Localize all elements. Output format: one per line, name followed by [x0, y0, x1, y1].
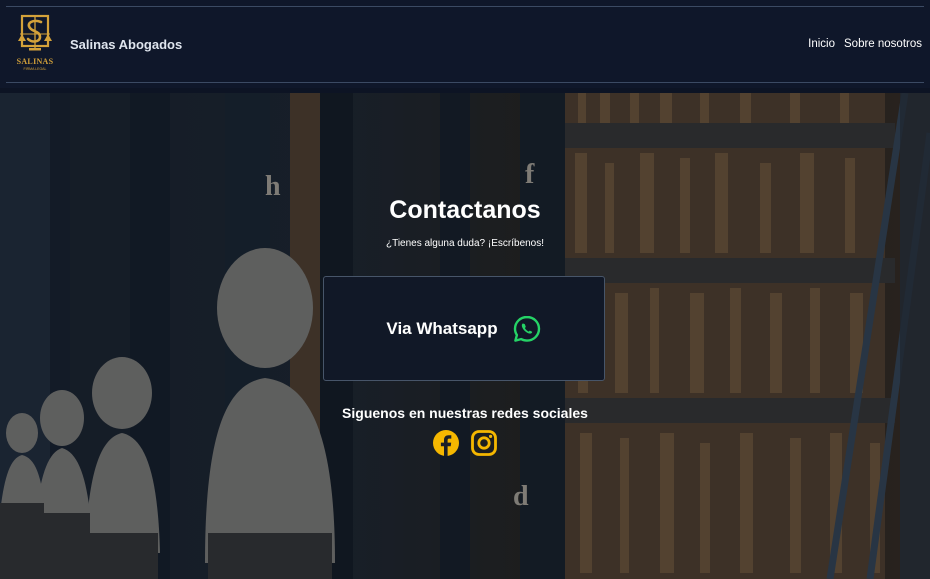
nav-link-inicio[interactable]: Inicio: [808, 38, 835, 50]
logo-tagline: FIRMA LEGAL: [23, 67, 47, 71]
facebook-icon[interactable]: [432, 429, 460, 462]
brand-name[interactable]: Salinas Abogados: [70, 37, 182, 52]
page-subtitle: ¿Tienes alguna duda? ¡Escríbenos!: [385, 238, 545, 249]
navbar: SALINAS FIRMA LEGAL Salinas Abogados Ini…: [0, 0, 930, 88]
logo[interactable]: SALINAS FIRMA LEGAL: [14, 14, 56, 74]
nav-links: Inicio Sobre nosotros: [808, 38, 922, 50]
whatsapp-icon: [513, 315, 540, 342]
nav-link-sobre-nosotros[interactable]: Sobre nosotros: [844, 38, 922, 50]
navbar-bottom-divider: [6, 82, 924, 83]
navbar-top-divider: [6, 6, 924, 7]
instagram-icon[interactable]: [470, 429, 498, 462]
social-title: Siguenos en nuestras redes sociales: [342, 405, 588, 421]
whatsapp-label: Via Whatsapp: [386, 318, 498, 338]
logo-emblem-icon: [18, 14, 52, 51]
whatsapp-contact-button[interactable]: Via Whatsapp: [323, 276, 605, 381]
social-links: [0, 429, 930, 462]
page-title: Contactanos: [389, 196, 541, 224]
logo-wordmark: SALINAS: [16, 57, 54, 66]
